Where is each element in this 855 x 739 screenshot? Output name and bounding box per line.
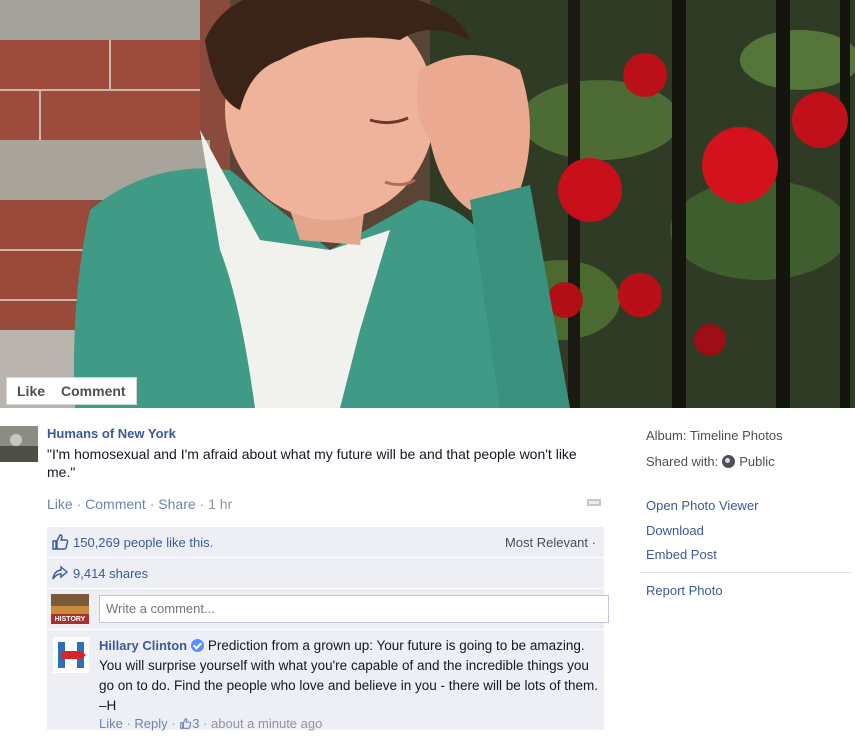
- open-photo-viewer-link[interactable]: Open Photo Viewer: [646, 498, 759, 513]
- share-arrow-icon: [52, 565, 69, 580]
- hillary-logo-avatar[interactable]: [53, 637, 89, 673]
- shares-row: 9,414 shares: [47, 558, 604, 589]
- likes-count[interactable]: 150,269 people like this.: [73, 535, 213, 550]
- photo-like-button[interactable]: Like: [17, 383, 45, 399]
- post-timestamp[interactable]: 1 hr: [208, 496, 232, 512]
- post-text: "I'm homosexual and I'm afraid about wha…: [47, 446, 577, 480]
- likes-row: 150,269 people like this. Most Relevant …: [47, 527, 604, 558]
- shared-with-value[interactable]: Public: [739, 454, 774, 469]
- post-comment-link[interactable]: Comment: [85, 496, 146, 512]
- comment-composer: HISTORY: [47, 589, 609, 630]
- comment-body: Hillary Clinton Prediction from a grown …: [99, 636, 599, 716]
- post-photo[interactable]: Like Comment: [0, 0, 855, 408]
- report-photo-link[interactable]: Report Photo: [646, 583, 723, 598]
- sidebar-divider: [640, 572, 852, 573]
- verified-badge-icon: [191, 639, 205, 652]
- globe-icon: [722, 455, 736, 468]
- post-share-link[interactable]: Share: [158, 496, 195, 512]
- photo-comment-button[interactable]: Comment: [61, 383, 126, 399]
- photo-actions-bar: Like Comment: [6, 377, 137, 405]
- post-action-bar: Like · Comment · Share · 1 hr: [47, 496, 233, 512]
- comment-like-link[interactable]: Like: [99, 716, 123, 731]
- embed-post-link[interactable]: Embed Post: [646, 547, 717, 562]
- comment-reply-link[interactable]: Reply: [134, 716, 167, 731]
- ufi-panel: 150,269 people like this. Most Relevant …: [47, 527, 609, 731]
- user-avatar-logo-text: HISTORY: [55, 616, 86, 623]
- small-thumbs-up-icon: [180, 718, 192, 729]
- photo-image: [0, 0, 855, 408]
- comment-action-bar: Like · Reply · 3 · about a minute ago: [99, 716, 323, 731]
- page-avatar[interactable]: [0, 426, 38, 462]
- comment-timestamp[interactable]: about a minute ago: [211, 716, 322, 731]
- thumbs-up-icon: [52, 534, 69, 550]
- shares-count[interactable]: 9,414 shares: [73, 566, 148, 581]
- sort-dropdown[interactable]: Most Relevant ·: [505, 535, 596, 550]
- privacy-info: Shared with: Public: [646, 454, 775, 469]
- page-avatar-image: [0, 426, 38, 462]
- flag-icon[interactable]: [587, 498, 601, 508]
- shared-with-label: Shared with:: [646, 454, 719, 469]
- sort-dropdown-label: Most Relevant: [504, 535, 589, 550]
- post-author[interactable]: Humans of New York: [47, 426, 176, 441]
- download-link[interactable]: Download: [646, 523, 704, 538]
- comment-author[interactable]: Hillary Clinton: [99, 638, 187, 653]
- post-like-link[interactable]: Like: [47, 496, 73, 512]
- comment-input[interactable]: [99, 595, 609, 623]
- album-info[interactable]: Album: Timeline Photos: [646, 428, 783, 443]
- user-avatar[interactable]: HISTORY: [51, 594, 89, 624]
- user-avatar-image: HISTORY: [51, 594, 89, 624]
- comment-item: Hillary Clinton Prediction from a grown …: [47, 630, 604, 731]
- chevron-down-icon: ·: [591, 535, 596, 550]
